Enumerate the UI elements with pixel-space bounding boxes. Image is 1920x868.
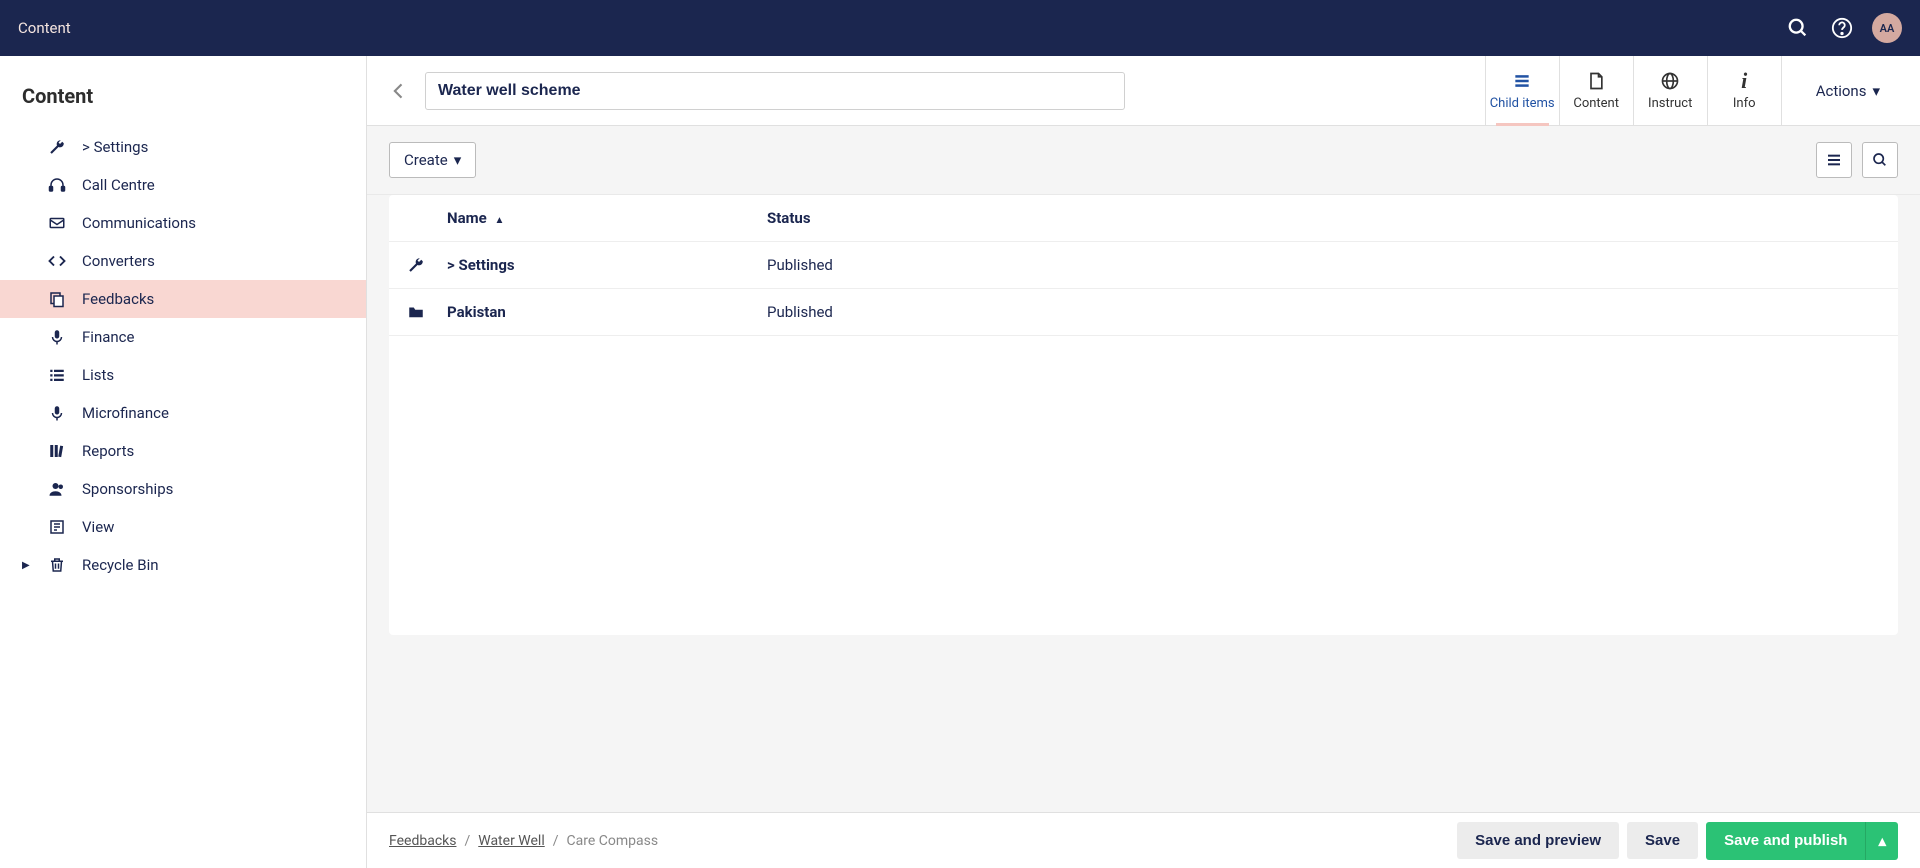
sidebar-item-converters[interactable]: ▶Converters: [0, 242, 366, 280]
column-header-name[interactable]: Name ▲: [447, 209, 767, 227]
tab-instruct[interactable]: Instruct: [1634, 56, 1708, 125]
caret-right-icon: ▶: [22, 560, 32, 571]
search-button[interactable]: [1862, 142, 1898, 178]
news-icon: [46, 516, 68, 538]
tab-label: Child items: [1490, 96, 1555, 111]
table-row[interactable]: PakistanPublished: [389, 289, 1898, 336]
info-icon: i: [1741, 70, 1747, 92]
caret-down-icon: ▾: [454, 151, 462, 169]
caret-down-icon: ▾: [1872, 82, 1880, 100]
tab-child-items[interactable]: Child items: [1486, 56, 1560, 125]
actions-label: Actions: [1816, 82, 1867, 100]
table-header: Name ▲ Status: [389, 195, 1898, 242]
sidebar-item-view[interactable]: ▶View: [0, 508, 366, 546]
row-name: > Settings: [447, 256, 767, 274]
sidebar-item-lists[interactable]: ▶Lists: [0, 356, 366, 394]
actions-dropdown[interactable]: Actions ▾: [1796, 82, 1900, 100]
breadcrumb-item[interactable]: Water Well: [478, 833, 544, 849]
create-button[interactable]: Create ▾: [389, 142, 476, 178]
sidebar-item-label: Reports: [82, 442, 134, 460]
create-label: Create: [404, 151, 448, 169]
help-icon[interactable]: [1828, 14, 1856, 42]
tab-content[interactable]: Content: [1560, 56, 1634, 125]
tab-label: Content: [1573, 96, 1619, 111]
sidebar-item-recycle-bin[interactable]: ▶ Recycle Bin: [0, 546, 366, 584]
sidebar-item-sponsorships[interactable]: ▶Sponsorships: [0, 470, 366, 508]
list-view-button[interactable]: [1816, 142, 1852, 178]
wrench-icon: [46, 136, 68, 158]
topbar-section-label[interactable]: Content: [18, 19, 71, 37]
row-name: Pakistan: [447, 303, 767, 321]
headset-icon: [46, 174, 68, 196]
trash-icon: [46, 554, 68, 576]
copy-icon: [46, 288, 68, 310]
globe-icon: [1660, 70, 1680, 92]
user-icon: [46, 478, 68, 500]
search-icon[interactable]: [1784, 14, 1812, 42]
sidebar-title: Content: [0, 84, 366, 128]
list-icon: [46, 364, 68, 386]
save-button[interactable]: Save: [1627, 822, 1698, 859]
sidebar-item-label: View: [82, 518, 114, 536]
sidebar-item-label: Finance: [82, 328, 134, 346]
folder-icon: [407, 303, 447, 321]
sidebar-item-communications[interactable]: ▶Communications: [0, 204, 366, 242]
tab-label: Info: [1733, 96, 1756, 111]
sidebar-item-call-centre[interactable]: ▶Call Centre: [0, 166, 366, 204]
column-header-status[interactable]: Status: [767, 209, 1880, 227]
breadcrumb-item: Care Compass: [567, 833, 659, 849]
sidebar-item-finance[interactable]: ▶Finance: [0, 318, 366, 356]
sidebar-item-label: > Settings: [82, 138, 148, 156]
file-icon: [1586, 70, 1606, 92]
back-button[interactable]: [387, 79, 411, 103]
sidebar-item--settings[interactable]: ▶> Settings: [0, 128, 366, 166]
sidebar-item-label: Feedbacks: [82, 290, 154, 308]
sidebar-item-microfinance[interactable]: ▶Microfinance: [0, 394, 366, 432]
books-icon: [46, 440, 68, 462]
sidebar-item-label: Sponsorships: [82, 480, 173, 498]
sidebar-item-label: Converters: [82, 252, 155, 270]
save-publish-button[interactable]: Save and publish: [1706, 822, 1865, 860]
sidebar-item-label: Lists: [82, 366, 114, 384]
row-status: Published: [767, 303, 1880, 321]
sidebar-item-label: Call Centre: [82, 176, 155, 194]
mic-icon: [46, 402, 68, 424]
tab-info[interactable]: i Info: [1708, 56, 1782, 125]
page-title-input[interactable]: [425, 72, 1125, 110]
mic-icon: [46, 326, 68, 348]
save-preview-button[interactable]: Save and preview: [1457, 822, 1619, 859]
envelope-icon: [46, 212, 68, 234]
sidebar-item-label: Microfinance: [82, 404, 169, 422]
sidebar-item-feedbacks[interactable]: ▶Feedbacks: [0, 280, 366, 318]
save-publish-caret[interactable]: ▴: [1865, 822, 1898, 860]
sidebar-item-label: Recycle Bin: [82, 556, 159, 574]
breadcrumb-item[interactable]: Feedbacks: [389, 833, 456, 849]
user-avatar[interactable]: AA: [1872, 13, 1902, 43]
table-row[interactable]: > SettingsPublished: [389, 242, 1898, 289]
sort-asc-icon: ▲: [494, 215, 504, 226]
row-status: Published: [767, 256, 1880, 274]
sidebar-item-reports[interactable]: ▶Reports: [0, 432, 366, 470]
wrench-icon: [407, 256, 447, 274]
breadcrumb: Feedbacks/Water Well/Care Compass: [389, 833, 658, 849]
sidebar: Content ▶> Settings▶Call Centre▶Communic…: [0, 56, 367, 868]
sidebar-item-label: Communications: [82, 214, 196, 232]
code-icon: [46, 250, 68, 272]
tab-label: Instruct: [1648, 96, 1692, 111]
list-icon: [1512, 70, 1532, 92]
